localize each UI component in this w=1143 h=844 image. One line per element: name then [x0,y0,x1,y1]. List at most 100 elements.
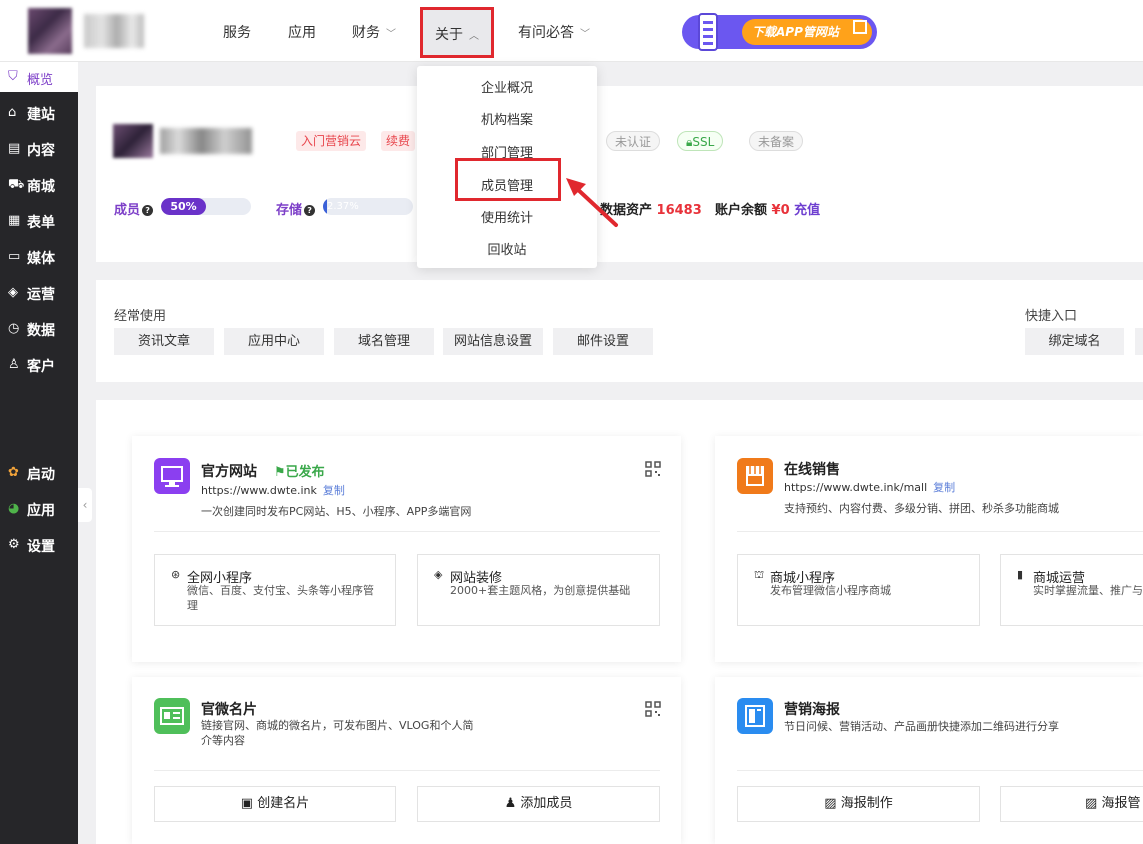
mall-operations-box[interactable]: ▮ 商城运营 实时掌握流量、推广与 [1000,554,1143,626]
create-card-label: 创建名片 [257,796,310,811]
copy-link[interactable]: 复制 [323,484,345,497]
sidebar-collapse-toggle[interactable]: ‹ [78,488,92,522]
website-url: https://www.dwte.ink 复制 [201,482,345,498]
id-card-icon: ▣ [240,796,254,811]
copy-link[interactable]: 复制 [933,481,955,494]
frequent-button-domain[interactable]: 域名管理 [334,328,434,355]
store-icon: ⛫ [754,568,765,581]
site-decoration-desc: 2000+套主题风格，为创意提供基础 [450,584,631,597]
manage-poster-button[interactable]: ▨ 海报管 [1000,786,1143,822]
logo-image[interactable] [28,8,72,54]
sidebar-item-content[interactable]: ▤ 内容 [0,131,78,167]
ssl-badge[interactable]: 🔒︎SSL [677,131,724,151]
published-status: ⚑已发布 [274,461,325,480]
menu-item-company-overview[interactable]: 企业概况 [417,77,597,96]
logo-text [84,14,144,48]
avatar[interactable] [113,124,153,158]
sidebar-item-media[interactable]: ▭ 媒体 [0,239,78,275]
sidebar-item-settings[interactable]: ⚙ 设置 [0,527,78,563]
divider [737,770,1143,771]
members-label: 成员? [114,199,154,218]
filing-status-badge[interactable]: 未备案 [749,131,804,151]
storage-label: 存储? [276,199,316,218]
frequent-button-mail[interactable]: 邮件设置 [553,328,653,355]
balance-label: 账户余额 [715,203,768,218]
renew-badge[interactable]: 续费 [381,131,416,151]
qrcode-icon[interactable] [645,701,661,717]
help-icon[interactable]: ? [142,205,154,216]
sidebar-item-apps[interactable]: ◕ 应用 [0,491,78,527]
menu-item-recycle-bin[interactable]: 回收站 [417,239,597,258]
nav-item-finance[interactable]: 财务 ﹀ [352,22,396,42]
nav-item-apps[interactable]: 应用 [288,22,316,42]
mall-mini-program-desc: 发布管理微信小程序商城 [770,584,891,597]
sidebar-item-label: 数据 [27,323,55,339]
plan-badge[interactable]: 入门营销云 [296,131,367,151]
apps-icon: ◕ [8,501,20,516]
published-label: 已发布 [285,465,325,480]
business-card-icon [154,698,190,734]
nav-label: 关于 [435,27,463,43]
sidebar-item-label: 设置 [27,539,55,555]
site-decoration-box[interactable]: ◈ 网站装修 2000+套主题风格，为创意提供基础 [417,554,660,626]
members-progress: 50% [161,198,251,215]
quick-entry-title: 快捷入口 [1025,309,1078,324]
mall-mini-program-box[interactable]: ⛫ 商城小程序 发布管理微信小程序商城 [737,554,980,626]
nav-label: 有问必答 [518,25,574,41]
verify-status-badge[interactable]: 未认证 [606,131,661,151]
website-icon [154,458,190,494]
annotation-arrow-icon [566,178,618,227]
qrcode-icon[interactable] [645,461,661,477]
sidebar-item-form[interactable]: ▦ 表单 [0,203,78,239]
tile-description: 支持预约、内容付费、多级分销、拼团、秒杀多功能商城 [784,502,1059,515]
tag-icon: ◈ [8,285,18,300]
create-poster-button[interactable]: ▨ 海报制作 [737,786,980,822]
shop-icon [737,458,773,494]
frequent-button-site-info[interactable]: 网站信息设置 [443,328,543,355]
sidebar-item-overview[interactable]: ⛉ 概览 [0,62,78,92]
form-icon: ▦ [8,213,21,228]
balance-value: ¥0 [771,203,790,218]
storage-percent: 2.37% [327,201,359,212]
sidebar-item-data[interactable]: ◷ 数据 [0,311,78,347]
create-card-button[interactable]: ▣ 创建名片 [154,786,396,822]
frequent-use-title: 经常使用 [114,309,167,324]
tile-description: 一次创建同时发布PC网站、H5、小程序、APP多端官网 [201,505,472,518]
tile-description: 节日问候、营销活动、产品画册快捷添加二维码进行分享 [784,720,1059,733]
chevron-up-icon: ︿ [469,31,479,42]
nav-item-faq[interactable]: 有问必答 ﹀ [518,22,590,42]
members-text: 成员 [114,203,141,218]
sidebar-item-launch[interactable]: ✿ 启动 [0,455,78,491]
bar-chart-icon: ▮ [1017,568,1024,581]
clock-icon: ◷ [8,321,20,336]
nav-label: 服务 [223,25,251,41]
menu-item-organization-profile[interactable]: 机构档案 [417,109,597,128]
nav-item-service[interactable]: 服务 [223,22,251,42]
mini-program-icon: ⊛ [171,568,181,581]
top-navbar: 服务 应用 财务 ﹀ 关于 ︿ 有问必答 ﹀ 下载APP管网站 [0,0,1143,62]
members-progress-fill: 50% [161,198,206,215]
sidebar-item-label: 表单 [27,215,55,231]
mall-operations-desc: 实时掌握流量、推广与 [1033,584,1143,597]
storage-progress: 2.37% [323,198,413,215]
manage-poster-label: 海报管 [1101,796,1141,811]
sidebar-item-label: 运营 [27,287,55,303]
download-app-banner[interactable]: 下载APP管网站 [682,13,877,51]
sidebar-item-site[interactable]: ⌂ 建站 [0,95,78,131]
sidebar-item-label: 应用 [27,503,55,519]
frequent-button-app-center[interactable]: 应用中心 [224,328,324,355]
quick-button-next[interactable] [1135,328,1143,355]
gear-icon: ⚙ [8,537,20,552]
help-icon[interactable]: ? [304,205,316,216]
nav-label: 应用 [288,25,316,41]
frequent-button-articles[interactable]: 资讯文章 [114,328,214,355]
sidebar-item-mall[interactable]: ⛟ 商城 [0,167,78,203]
overview-icon: ⛉ [8,69,18,84]
recharge-link[interactable]: 充值 [794,203,820,218]
sidebar-item-operations[interactable]: ◈ 运营 [0,275,78,311]
nav-item-about[interactable]: 关于 ︿ [420,7,494,58]
mini-program-box[interactable]: ⊛ 全网小程序 微信、百度、支付宝、头条等小程序管理 [154,554,396,626]
quick-button-bind-domain[interactable]: 绑定域名 [1025,328,1124,355]
add-member-button[interactable]: ♟ 添加成员 [417,786,660,822]
sidebar-item-customer[interactable]: ♙ 客户 [0,347,78,383]
